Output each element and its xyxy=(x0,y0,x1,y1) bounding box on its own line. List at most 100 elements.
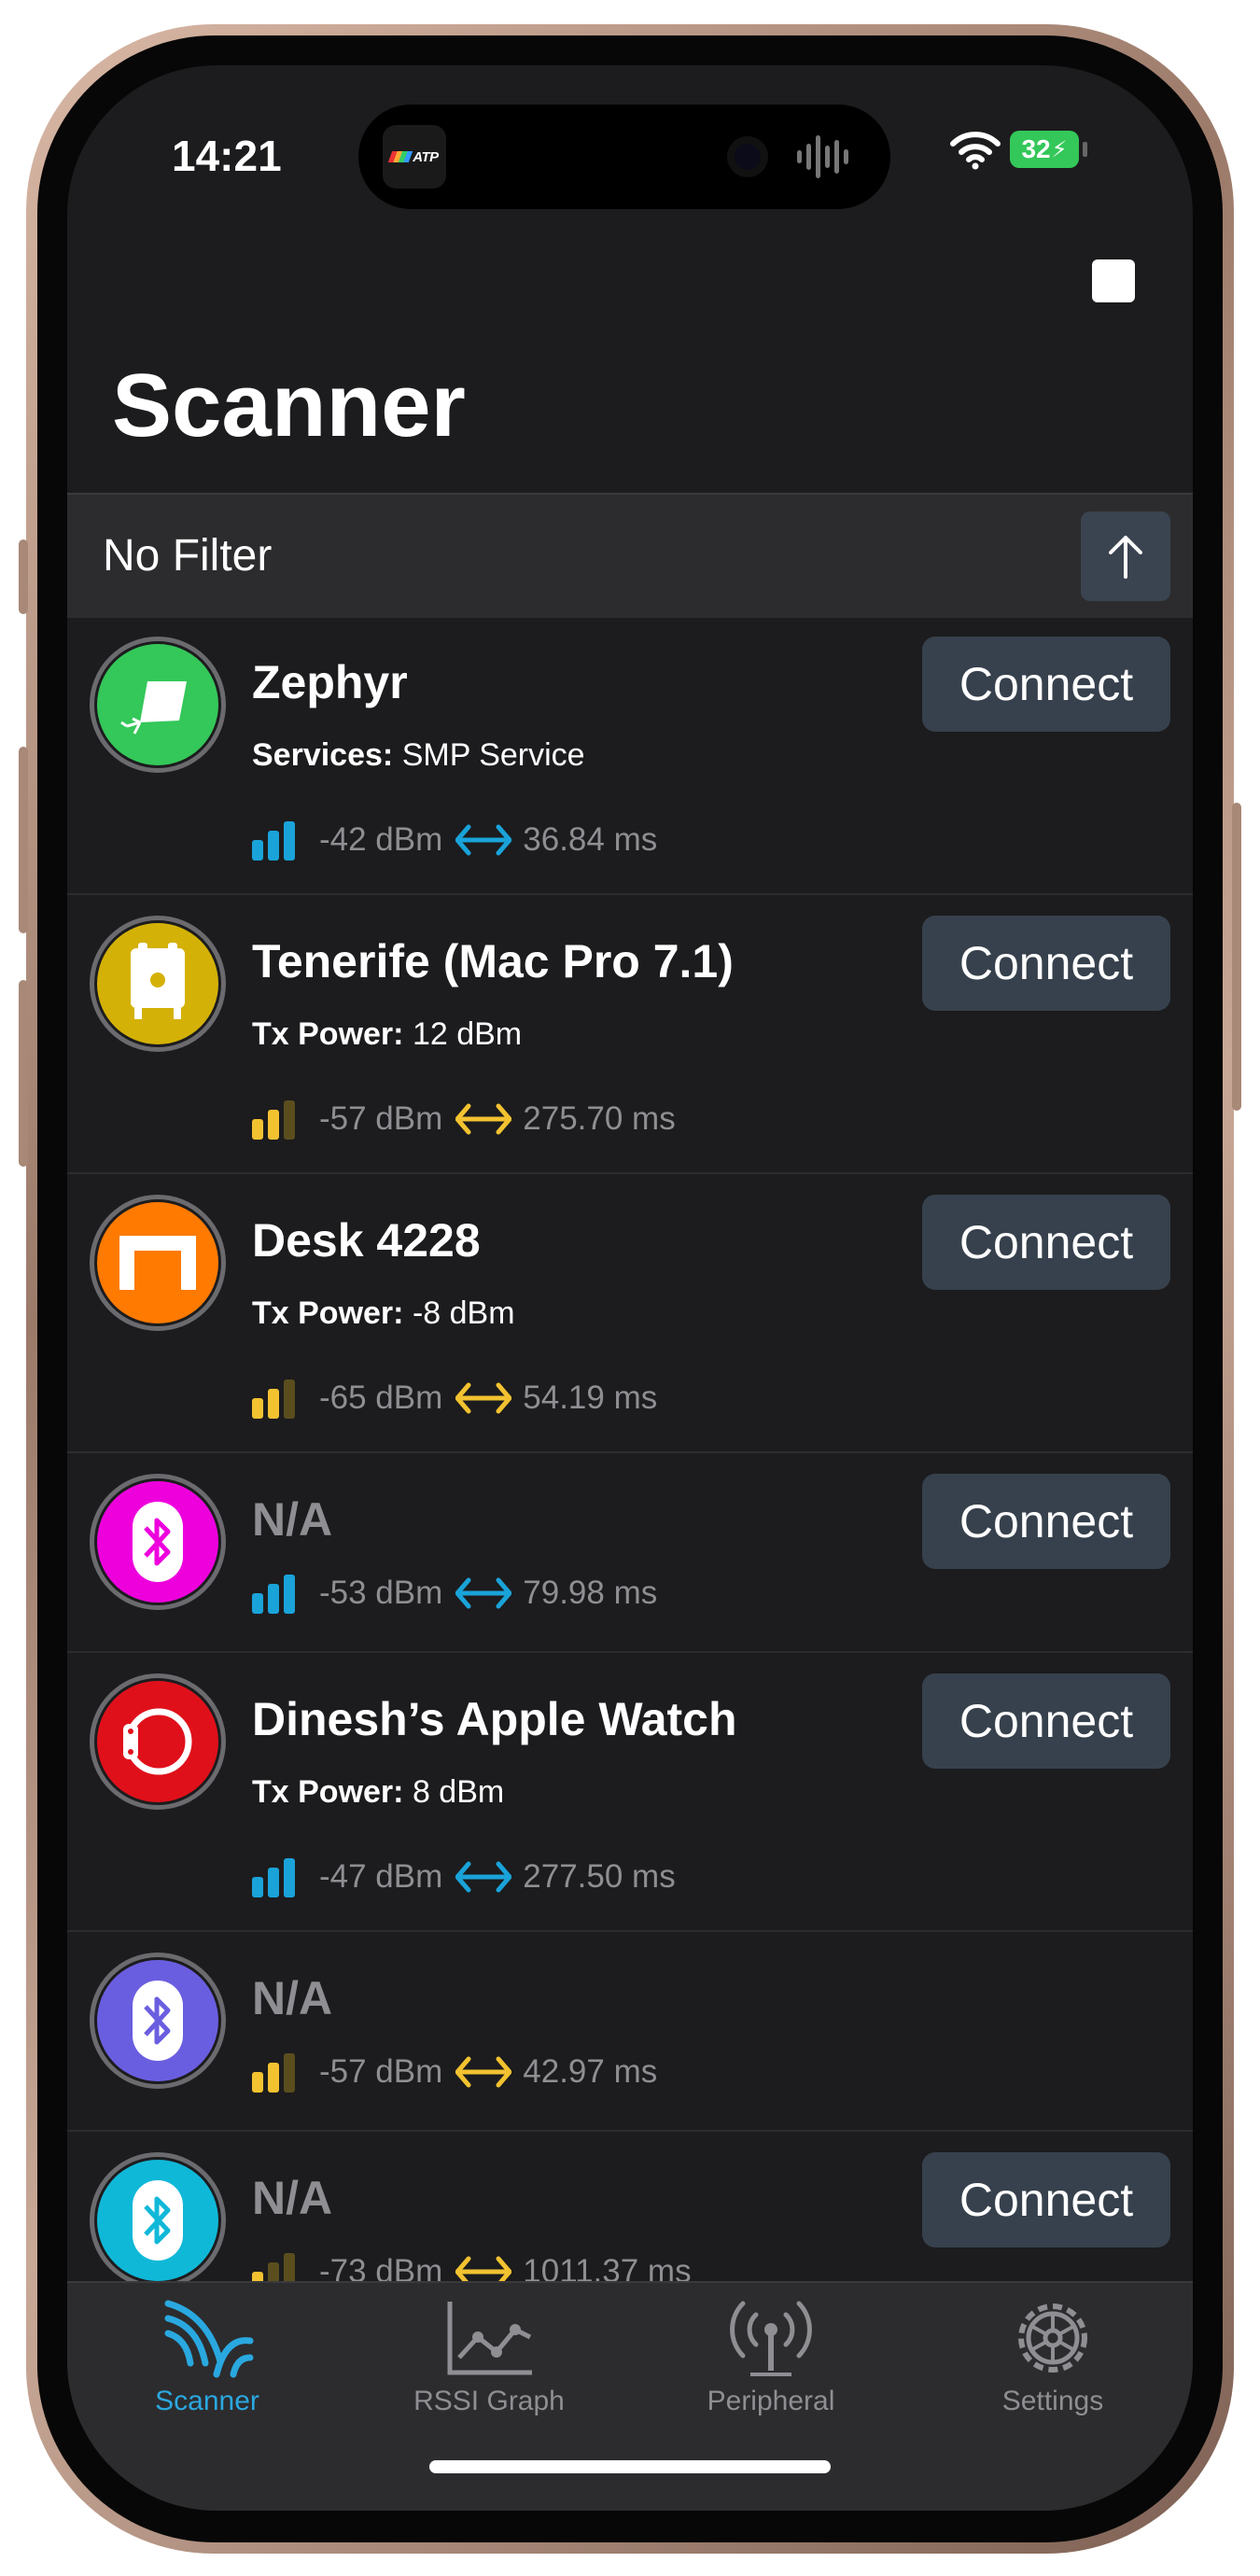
interval-value: 79.98 ms xyxy=(523,1575,658,1611)
interval-arrow-icon xyxy=(455,824,512,856)
interval-arrow-icon xyxy=(455,1382,512,1414)
connect-button[interactable]: Connect xyxy=(922,916,1170,1011)
device-name: Tenerife (Mac Pro 7.1) xyxy=(252,935,734,987)
device-detail: Tx Power: -8 dBm xyxy=(252,1295,515,1331)
device-avatar xyxy=(90,916,226,1052)
screen: ATP 14:21 32 ⚡ Scanner No Filter Zephyr … xyxy=(67,65,1193,2511)
device-avatar xyxy=(90,1673,226,1810)
device-metrics: -42 dBm 36.84 ms xyxy=(252,819,657,861)
device-metrics: -47 dBm 277.50 ms xyxy=(252,1856,676,1897)
bluetooth-icon xyxy=(133,1502,183,1582)
device-row[interactable]: Desk 4228 Tx Power: -8 dBm -65 dBm 54.19… xyxy=(67,1174,1193,1453)
device-name: N/A xyxy=(252,1493,333,1546)
connect-button[interactable]: Connect xyxy=(922,637,1170,732)
watch-icon xyxy=(123,1708,192,1775)
tab-bar: Scanner RSSI Graph Peripheral Settings xyxy=(67,2281,1193,2511)
front-camera xyxy=(727,136,768,177)
device-avatar xyxy=(90,1953,226,2089)
graph-icon xyxy=(447,2302,532,2375)
tab-rssi-graph[interactable]: RSSI Graph xyxy=(377,2296,601,2417)
tab-label: Settings xyxy=(1001,2386,1104,2416)
interval-arrow-icon xyxy=(455,1577,512,1609)
interval-arrow-icon xyxy=(455,1103,512,1135)
device-name: Desk 4228 xyxy=(252,1214,481,1267)
podcast-app-icon: ATP xyxy=(383,125,446,189)
sort-button[interactable] xyxy=(1081,511,1170,601)
device-metrics: -53 dBm 79.98 ms xyxy=(252,1573,657,1614)
signal-strength-icon xyxy=(252,1099,295,1140)
interval-value: 277.50 ms xyxy=(523,1858,676,1895)
antenna-icon xyxy=(730,2301,812,2376)
device-metrics: -57 dBm 275.70 ms xyxy=(252,1099,676,1140)
battery-tip xyxy=(1083,142,1087,157)
rssi-value: -42 dBm xyxy=(319,821,443,858)
action-button xyxy=(19,539,28,614)
device-row[interactable]: N/A -57 dBm 42.97 ms xyxy=(67,1932,1193,2132)
rssi-value: -65 dBm xyxy=(319,1379,443,1416)
dynamic-island: ATP xyxy=(358,105,890,209)
connect-button[interactable]: Connect xyxy=(922,1195,1170,1290)
rssi-value: -47 dBm xyxy=(319,1858,443,1895)
interval-value: 42.97 ms xyxy=(523,2053,658,2090)
tab-label: Peripheral xyxy=(707,2386,835,2416)
device-name: Dinesh’s Apple Watch xyxy=(252,1693,737,1745)
mac-pro-icon xyxy=(131,943,185,1019)
device-row[interactable]: Tenerife (Mac Pro 7.1) Tx Power: 12 dBm … xyxy=(67,895,1193,1174)
gear-icon xyxy=(1018,2303,1087,2373)
rssi-value: -57 dBm xyxy=(319,2053,443,2090)
device-avatar xyxy=(90,1474,226,1610)
signal-strength-icon xyxy=(252,2051,295,2093)
rssi-value: -57 dBm xyxy=(319,1100,443,1137)
tab-peripheral[interactable]: Peripheral xyxy=(659,2296,883,2417)
rssi-value: -53 dBm xyxy=(319,1575,443,1611)
battery-icon: 32 ⚡ xyxy=(1010,131,1079,168)
arrow-up-icon xyxy=(1109,536,1142,579)
connect-button[interactable]: Connect xyxy=(922,1474,1170,1569)
signal-strength-icon xyxy=(252,1573,295,1614)
interval-value: 36.84 ms xyxy=(523,821,658,858)
desk-icon xyxy=(119,1236,196,1290)
device-metrics: -65 dBm 54.19 ms xyxy=(252,1378,657,1419)
side-button xyxy=(1232,803,1241,1111)
filter-bar[interactable]: No Filter xyxy=(67,493,1193,618)
status-time: 14:21 xyxy=(172,132,282,180)
signal-strength-icon xyxy=(252,1378,295,1419)
device-name: Zephyr xyxy=(252,656,408,708)
device-avatar xyxy=(90,637,226,773)
interval-arrow-icon xyxy=(455,2056,512,2088)
battery-level: 32 xyxy=(1021,134,1051,163)
device-detail: Tx Power: 12 dBm xyxy=(252,1016,523,1052)
device-list: Zephyr Services: SMP Service -42 dBm 36.… xyxy=(67,616,1193,2331)
volume-down-button xyxy=(19,980,28,1167)
device-detail: Services: SMP Service xyxy=(252,737,585,773)
kite-icon xyxy=(120,681,187,735)
wifi-icon xyxy=(950,132,1001,170)
connect-button[interactable]: Connect xyxy=(922,2152,1170,2247)
device-row[interactable]: N/A -53 dBm 79.98 ms Connect xyxy=(67,1453,1193,1653)
interval-value: 275.70 ms xyxy=(523,1100,676,1137)
home-indicator[interactable] xyxy=(429,2460,831,2473)
interval-value: 54.19 ms xyxy=(523,1379,658,1416)
device-row[interactable]: Zephyr Services: SMP Service -42 dBm 36.… xyxy=(67,616,1193,895)
device-metrics: -57 dBm 42.97 ms xyxy=(252,2051,657,2093)
device-detail: Tx Power: 8 dBm xyxy=(252,1774,505,1810)
signal-strength-icon xyxy=(252,819,295,861)
tab-label: RSSI Graph xyxy=(413,2386,565,2416)
audio-waveform-icon xyxy=(797,131,853,183)
tab-scanner[interactable]: Scanner xyxy=(95,2296,319,2417)
device-avatar xyxy=(90,1195,226,1331)
device-name: N/A xyxy=(252,2172,333,2224)
connect-button[interactable]: Connect xyxy=(922,1673,1170,1769)
device-row[interactable]: Dinesh’s Apple Watch Tx Power: 8 dBm -47… xyxy=(67,1653,1193,1932)
signal-strength-icon xyxy=(252,1856,295,1897)
filter-label: No Filter xyxy=(103,531,273,581)
page-title: Scanner xyxy=(112,356,466,455)
device-avatar xyxy=(90,2152,226,2289)
stop-scan-button[interactable] xyxy=(1092,259,1135,302)
tab-label: Scanner xyxy=(155,2386,259,2416)
bluetooth-icon xyxy=(133,2180,183,2261)
device-name: N/A xyxy=(252,1972,333,2024)
tab-settings[interactable]: Settings xyxy=(941,2296,1165,2417)
volume-up-button xyxy=(19,747,28,933)
bluetooth-icon xyxy=(133,1981,183,2061)
